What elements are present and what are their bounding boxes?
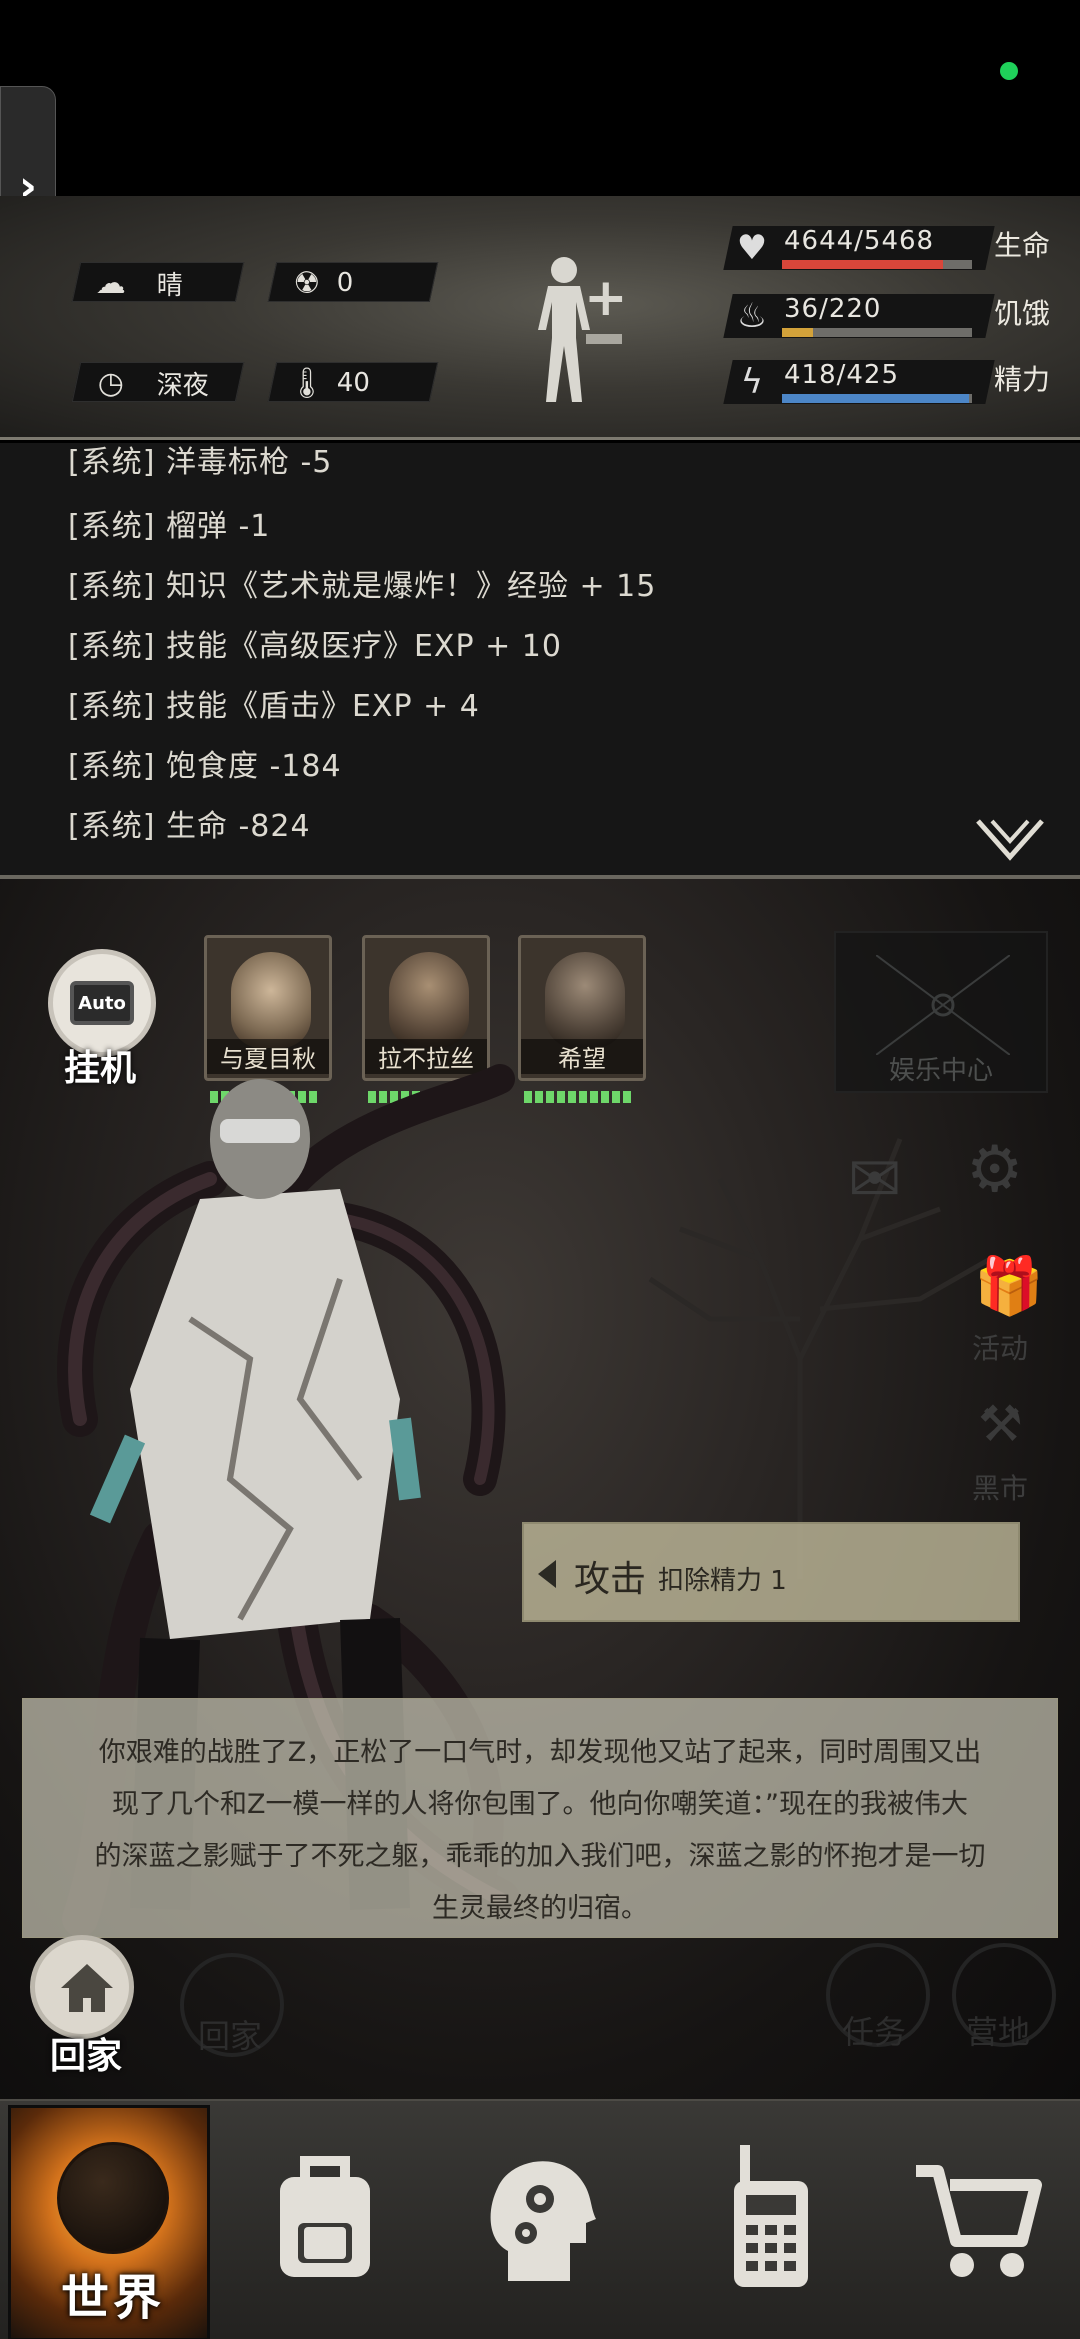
walkie-talkie-icon[interactable] <box>706 2141 836 2291</box>
log-line: [系统] 技能《盾击》EXP + 4 <box>68 689 480 724</box>
hammer-icon[interactable]: ⚒ <box>978 1395 1023 1453</box>
weather-chip: ☁ 晴 <box>71 262 245 302</box>
log-line: [系统] 洋毒标枪 -5 <box>68 445 333 480</box>
mail-icon[interactable]: ✉ <box>848 1143 902 1217</box>
expand-log-icon[interactable] <box>974 817 1046 865</box>
hunger-label: 饥饿 <box>994 297 1051 330</box>
attack-title: 攻击 <box>574 1559 647 1600</box>
nav-world-tab[interactable]: 世界 <box>8 2105 210 2339</box>
log-line: [系统] 榴弹 -1 <box>68 509 271 544</box>
system-log[interactable]: [系统] 洋毒标枪 -5 [系统] 榴弹 -1 [系统] 知识《艺术就是爆炸！》… <box>0 443 1080 875</box>
bottom-nav: 世界 <box>0 2099 1080 2339</box>
cart-icon[interactable] <box>912 2141 1042 2291</box>
status-panel: ☁ 晴 ☢ 0 ◷ 深夜 🌡 40 + ♥ 4644/5468 生命 ♨ 36/… <box>0 196 1080 440</box>
log-line: [系统] 生命 -824 <box>68 809 311 844</box>
nav-world-label: 世界 <box>61 2270 166 2326</box>
temperature-value: 40 <box>336 368 370 398</box>
time-label: 深夜 <box>156 370 209 401</box>
hp-fill <box>782 260 944 269</box>
ghost-task-label: 任务 <box>842 2013 907 2051</box>
radiation-chip: ☢ 0 <box>267 262 439 302</box>
home-button[interactable] <box>30 1935 134 2039</box>
dialog-line: 生灵最终的归宿。 <box>432 1893 648 1924</box>
dialog-line: 的深蓝之影赋于了不死之躯，乖乖的加入我们吧，深蓝之影的怀抱才是一切 <box>94 1841 986 1872</box>
gift-icon[interactable]: 🎁 <box>974 1253 1044 1319</box>
stat-hp: ♥ 4644/5468 生命 <box>720 220 1070 278</box>
gear-icon[interactable]: ⚙ <box>966 1133 1023 1207</box>
home-label[interactable]: 回家 <box>50 2027 122 2079</box>
hp-value: 4644/5468 <box>784 226 935 256</box>
energy-fill <box>782 394 969 403</box>
entertainment-center-label: 娱乐中心 <box>888 1056 993 1086</box>
energy-value: 418/425 <box>784 360 900 390</box>
cloud-sun-icon: ☁ <box>95 265 126 301</box>
attack-button[interactable]: 攻击 扣除精力 1 <box>522 1522 1020 1622</box>
head-gears-icon[interactable] <box>478 2141 608 2291</box>
energy-label: 精力 <box>994 363 1051 396</box>
globe-icon <box>57 2142 169 2254</box>
entertainment-icon <box>876 955 1010 1055</box>
dialog-line: 你艰难的战胜了Z，正松了一口气时，却发现他又站了起来，同时周围又出 <box>98 1737 982 1768</box>
entertainment-center-button[interactable]: 娱乐中心 <box>834 931 1048 1093</box>
house-icon <box>61 1964 113 2012</box>
heart-icon: ♥ <box>736 228 768 268</box>
activity-label[interactable]: 活动 <box>972 1327 1028 1367</box>
story-dialog[interactable]: 你艰难的战胜了Z，正松了一口气时，却发现他又站了起来，同时周围又出 现了几个和Z… <box>22 1698 1058 1938</box>
clock-icon: ◷ <box>97 365 124 401</box>
temperature-chip: 🌡 40 <box>267 362 439 402</box>
weather-label: 晴 <box>156 270 183 301</box>
ghost-home-label: 回家 <box>198 2017 263 2055</box>
radiation-value: 0 <box>336 268 354 298</box>
online-indicator <box>1000 62 1018 80</box>
energy-head-icon: ϟ <box>740 362 764 402</box>
time-chip: ◷ 深夜 <box>71 362 245 402</box>
log-line: [系统] 饱食度 -184 <box>68 749 342 784</box>
backpack-icon[interactable] <box>260 2141 390 2291</box>
minus-icon[interactable] <box>586 334 622 344</box>
attack-cost: 扣除精力 1 <box>658 1566 787 1596</box>
hunger-fill <box>782 328 814 337</box>
stat-hunger: ♨ 36/220 饥饿 <box>720 288 1070 346</box>
radiation-icon: ☢ <box>293 265 321 301</box>
black-market-label[interactable]: 黑市 <box>972 1467 1028 1507</box>
stomach-icon: ♨ <box>736 296 768 336</box>
auto-screen: Auto <box>70 981 134 1025</box>
triangle-left-icon <box>538 1560 556 1588</box>
ghost-camp-label: 营地 <box>966 2013 1031 2051</box>
plus-icon[interactable]: + <box>584 268 628 328</box>
stat-energy: ϟ 418/425 精力 <box>720 354 1070 412</box>
hp-label: 生命 <box>994 229 1051 262</box>
log-line: [系统] 技能《高级医疗》EXP + 10 <box>68 629 562 664</box>
dialog-line: 现了几个和Z一模一样的人将你包围了。他向你嘲笑道：”现在的我被伟大 <box>112 1789 968 1820</box>
battle-scene: Auto 挂机 与夏目秋 拉不拉丝 希望 娱乐中心 ✉ ⚙ 🎁 活动 ⚒ 黑市 <box>0 879 1080 2099</box>
thermometer-icon: 🌡 <box>287 365 326 401</box>
hunger-value: 36/220 <box>784 294 882 324</box>
log-line: [系统] 知识《艺术就是爆炸！》经验 + 15 <box>68 569 657 604</box>
